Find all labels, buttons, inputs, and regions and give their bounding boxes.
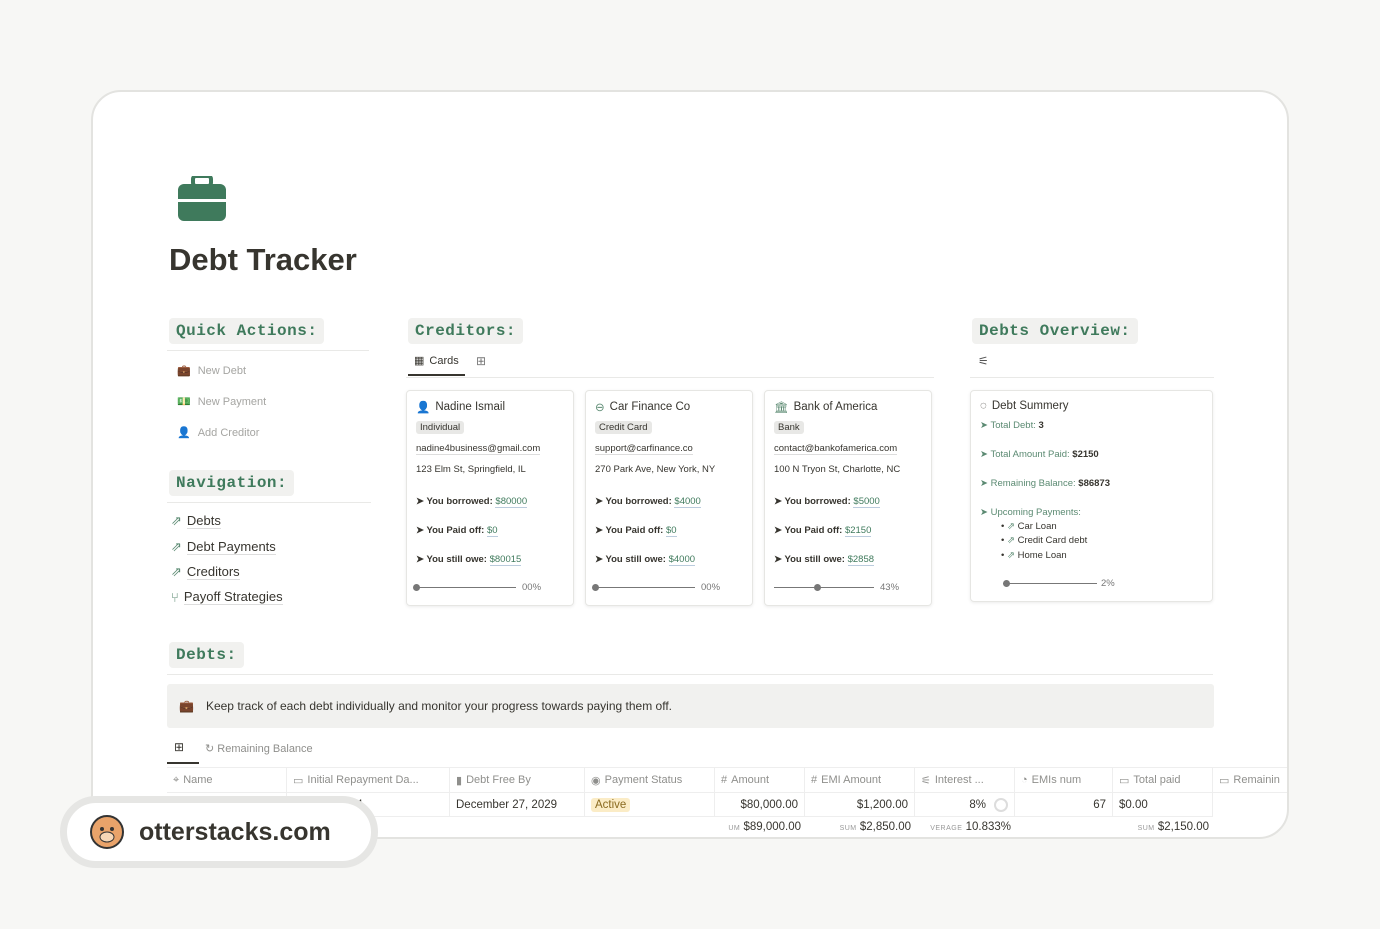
briefcase-icon (178, 176, 226, 221)
overview-heading: Debts Overview: (972, 318, 1138, 344)
filter-icon[interactable]: ⚟ (978, 354, 989, 368)
column-header[interactable]: # Amount (715, 767, 805, 793)
column-header[interactable]: ◉ Payment Status (585, 767, 715, 793)
column-header[interactable]: # EMI Amount (805, 767, 915, 793)
column-header[interactable]: ▮ Debt Free By (450, 767, 585, 793)
strategy-icon: ⑂ (171, 589, 179, 605)
column-header[interactable]: ▭ Remainin (1213, 767, 1287, 793)
status-badge: Active (591, 797, 631, 812)
table-view-tab[interactable]: ⊞ (167, 740, 199, 764)
money-icon: 💵 (177, 396, 191, 408)
upcoming-home-loan[interactable]: • ⇗ Home Loan (1001, 550, 1067, 561)
table-cell-emis_num[interactable]: 67 (1015, 793, 1113, 817)
footer-emi[interactable]: SUM $2,850.00 (805, 821, 911, 833)
brand-badge: otterstacks.com (60, 796, 378, 868)
person-icon: 👤 (177, 427, 191, 439)
table-cell-emi[interactable]: $1,200.00 (805, 793, 915, 817)
footer-interest[interactable]: VERAGE 10.833% (915, 821, 1011, 833)
nav-debts[interactable]: ⇗ Debts (171, 513, 221, 529)
table-cell-debt_free[interactable]: December 27, 2029 (450, 793, 585, 817)
summary-progress-bar (1003, 580, 1097, 587)
callout: 💼 Keep track of each debt individually an… (167, 684, 1214, 728)
bank-icon: 🏛 (774, 402, 789, 414)
page-frame: Debt Tracker Quick Actions: 💼 New Debt 💵 N… (91, 90, 1289, 839)
money-link-icon: ⇗ (171, 539, 182, 554)
tab-remaining-balance[interactable]: ↻ Remaining Balance (205, 742, 313, 755)
nav-creditors[interactable]: ⇗ Creditors (171, 564, 240, 580)
quick-actions-heading: Quick Actions: (169, 318, 325, 344)
email-link[interactable]: support@carfinance.co (595, 443, 693, 455)
debt-summary-card[interactable]: ◌ Debt Summery ➤ Total Debt: 3 ➤ Total Am… (970, 390, 1213, 602)
progress-ring-icon (994, 797, 1008, 812)
footer-paid[interactable]: SUM $2,150.00 (1113, 821, 1209, 833)
table-cell-interest[interactable]: 8% (915, 793, 1015, 817)
footer-amount[interactable]: UM $89,000.00 (715, 821, 801, 833)
type-tag: Bank (774, 421, 804, 434)
email-link[interactable]: nadine4business@gmail.com (416, 443, 541, 455)
column-header[interactable]: ◔ EMIs num (1015, 767, 1113, 793)
creditor-card[interactable]: 🏛 Bank of America Bank contact@bankofamer… (764, 390, 932, 606)
tab-cards[interactable]: ▦ Cards (408, 354, 465, 376)
column-header[interactable]: ⚟ Interest ... (915, 767, 1015, 793)
otter-logo-icon (90, 815, 124, 849)
progress-bar (592, 584, 695, 591)
progress-bar (774, 584, 874, 591)
upcoming-credit-card-debt[interactable]: • ⇗ Credit Card debt (1001, 535, 1087, 546)
column-header[interactable]: ⌖ Name (167, 767, 287, 793)
email-link[interactable]: contact@bankofamerica.com (774, 443, 898, 455)
column-header[interactable]: ▭ Total paid (1113, 767, 1213, 793)
debts-heading: Debts: (169, 642, 244, 668)
briefcase-icon: 💼 (177, 365, 191, 377)
column-header[interactable]: ▭ Initial Repayment Da... (287, 767, 450, 793)
page-title: Debt Tracker (169, 242, 357, 277)
upcoming-car-loan[interactable]: • ⇗ Car Loan (1001, 521, 1057, 532)
table-view-icon[interactable]: ⊞ (476, 354, 486, 368)
nav-debt-payments[interactable]: ⇗ Debt Payments (171, 539, 276, 555)
grid-icon: ▦ (414, 355, 425, 367)
nav-payoff-strategies[interactable]: ⑂ Payoff Strategies (171, 589, 283, 605)
creditor-card[interactable]: 👤 Nadine Ismail Individual nadine4busines… (406, 390, 574, 606)
type-tag: Credit Card (595, 421, 652, 434)
briefcase-icon: 💼 (179, 699, 194, 713)
creditor-card[interactable]: ⊖ Car Finance Co Credit Card support@carf… (585, 390, 753, 606)
progress-bar (413, 584, 516, 591)
navigation-heading: Navigation: (169, 470, 295, 496)
type-tag: Individual (416, 421, 465, 434)
table-cell-total_paid[interactable]: $0.00 (1113, 793, 1213, 817)
footer-remaining: SU (1281, 825, 1287, 832)
new-payment-button[interactable]: 💵 New Payment (177, 395, 266, 409)
add-creditor-button[interactable]: 👤 Add Creditor (177, 426, 259, 440)
creditors-heading: Creditors: (408, 318, 524, 344)
person-link-icon: ⇗ (171, 564, 182, 579)
table-cell-status[interactable]: Active (585, 793, 715, 817)
new-debt-button[interactable]: 💼 New Debt (177, 364, 246, 378)
steering-wheel-icon: ⊖ (595, 402, 605, 414)
person-icon: 👤 (416, 402, 431, 414)
briefcase-link-icon: ⇗ (171, 513, 182, 528)
loading-circle-icon: ◌ (980, 400, 987, 412)
table-cell-amount[interactable]: $80,000.00 (715, 793, 805, 817)
